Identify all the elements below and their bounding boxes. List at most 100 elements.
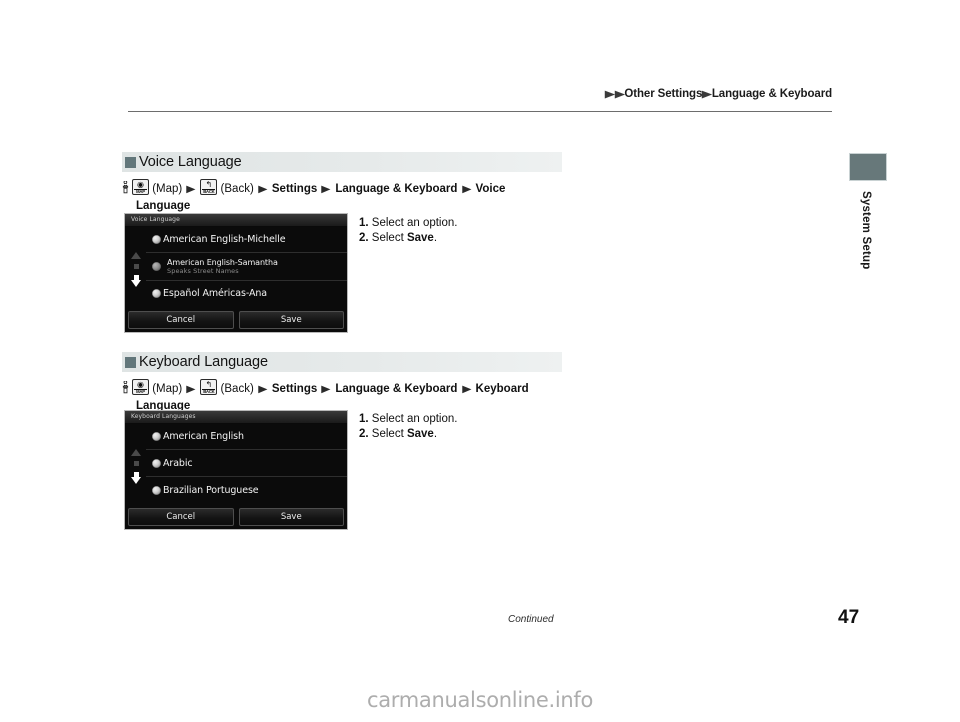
save-button[interactable]: Save	[238, 311, 344, 329]
map-button-glyph: ◉	[137, 180, 144, 189]
radio-button-icon[interactable]	[152, 262, 161, 271]
page-number: 47	[838, 607, 860, 628]
list-item[interactable]: American English-Samantha Speaks Street …	[146, 253, 347, 281]
map-button-glyph: ◉	[137, 380, 144, 389]
instructions-keyboard-language: 1. Select an option. 2. Select Save.	[359, 412, 457, 442]
instruction-number: 1.	[359, 413, 369, 425]
path-arrow-icon: ▶	[461, 383, 472, 395]
instruction-step: 1. Select an option.	[359, 412, 457, 427]
path-arrow-icon: ▶	[258, 183, 268, 195]
instruction-step: 2. Select Save.	[359, 427, 457, 442]
instruction-number: 2.	[359, 428, 369, 440]
path-arrow-icon: ▶	[258, 383, 268, 395]
path-arrow-icon: ▶	[461, 183, 472, 195]
instruction-text-bold: Save	[406, 428, 434, 440]
navigation-path: ◉ MAP (Map) ▶ ↰ BACK (Back) ▶ Settings ▶ L…	[122, 176, 552, 214]
back-button-icon: ↰ BACK	[200, 179, 218, 195]
breadcrumb-item-language-keyboard: Language & Keyboard	[711, 88, 832, 100]
section-bullet-icon	[125, 356, 136, 368]
back-button-caption: BACK	[203, 189, 215, 194]
map-button-icon: ◉ MAP	[132, 379, 149, 395]
back-button-glyph: ↰	[205, 180, 213, 189]
nav-scrollbar[interactable]	[127, 228, 145, 310]
nav-screen: Keyboard Languages American English Arab…	[124, 410, 348, 530]
list-item-label: American English-Michelle	[163, 234, 286, 245]
instructions-voice-language: 1. Select an option. 2. Select Save.	[359, 216, 457, 246]
nav-option-list: American English Arabic Brazilian Portug…	[146, 424, 347, 503]
path-arrow-icon: ▶	[321, 383, 331, 395]
list-item-label: American English-Samantha	[167, 258, 278, 267]
section-voice-language: Voice Language ◉ MAP (Map) ▶ ↰ BACK (Back)…	[122, 152, 562, 214]
nav-action-buttons: Cancel Save	[128, 508, 344, 526]
breadcrumb-arrow-icon: ▶	[605, 88, 615, 100]
back-label: (Back)	[220, 183, 254, 195]
cancel-button[interactable]: Cancel	[128, 311, 234, 329]
instruction-text: Select	[371, 428, 407, 440]
back-button-icon: ↰ BACK	[200, 379, 218, 395]
scroll-up-arrow-icon[interactable]	[131, 251, 141, 269]
nav-action-buttons: Cancel Save	[128, 311, 344, 329]
section-title: Voice Language	[139, 153, 242, 170]
path-step-language-keyboard: Language & Keyboard	[335, 383, 458, 395]
nav-screenshot-keyboard-language: Keyboard Languages American English Arab…	[124, 410, 348, 530]
instruction-step: 2. Select Save.	[359, 231, 457, 246]
instruction-text-tail: .	[433, 428, 438, 440]
list-item[interactable]: Español Américas-Ana	[146, 281, 347, 306]
scroll-down-arrow-icon[interactable]	[131, 471, 141, 484]
finger-press-icon	[122, 181, 129, 194]
nav-screen-title: Voice Language	[131, 215, 180, 223]
radio-button-icon[interactable]	[152, 458, 161, 468]
list-item-label: American English	[163, 431, 244, 442]
instruction-text-tail: .	[433, 232, 438, 244]
section-heading-bar: Voice Language	[122, 152, 562, 172]
section-bullet-icon	[125, 156, 136, 168]
list-item[interactable]: Arabic	[146, 450, 347, 477]
list-item[interactable]: Brazilian Portuguese	[146, 477, 347, 503]
list-item[interactable]: American English-Michelle	[146, 227, 347, 253]
scroll-up-arrow-icon[interactable]	[131, 448, 141, 466]
nav-screen-titlebar: Keyboard Languages	[125, 411, 347, 424]
map-label: (Map)	[152, 183, 183, 195]
radio-button-icon[interactable]	[152, 485, 161, 495]
nav-screen-title: Keyboard Languages	[131, 412, 196, 420]
map-button-caption: MAP	[136, 189, 145, 194]
instruction-text: Select an option.	[371, 217, 458, 229]
finger-press-icon	[122, 381, 129, 394]
save-button[interactable]: Save	[238, 508, 344, 526]
map-label: (Map)	[152, 383, 183, 395]
breadcrumb-item-other-settings: Other Settings	[624, 88, 703, 100]
nav-scrollbar[interactable]	[127, 425, 145, 507]
instruction-text-bold: Save	[406, 232, 434, 244]
path-arrow-icon: ▶	[186, 183, 196, 195]
radio-button-icon[interactable]	[152, 432, 161, 441]
map-button-icon: ◉ MAP	[132, 179, 149, 195]
list-item-label: Brazilian Portuguese	[163, 484, 259, 496]
header-divider	[128, 111, 832, 112]
nav-option-list: American English-Michelle American Engli…	[146, 227, 347, 306]
list-item-label: Arabic	[163, 457, 193, 469]
list-item[interactable]: American English	[146, 424, 347, 450]
instruction-number: 1.	[359, 217, 369, 229]
cancel-button[interactable]: Cancel	[128, 508, 234, 526]
breadcrumb-arrow-icon: ▶	[702, 88, 712, 100]
radio-button-icon[interactable]	[152, 289, 161, 298]
back-button-glyph: ↰	[205, 380, 213, 389]
map-button-caption: MAP	[136, 389, 145, 394]
back-label: (Back)	[220, 383, 254, 395]
path-step-wrap: Language	[136, 200, 191, 212]
instruction-step: 1. Select an option.	[359, 216, 457, 231]
path-step-settings: Settings	[271, 183, 318, 195]
radio-button-icon[interactable]	[152, 235, 161, 244]
nav-screen-titlebar: Voice Language	[125, 214, 347, 227]
list-item-sublabel: Speaks Street Names	[167, 267, 239, 275]
side-tab-label: System Setup	[860, 191, 872, 270]
list-item-label: Español Américas-Ana	[163, 288, 267, 299]
path-arrow-icon: ▶	[321, 183, 331, 195]
navigation-path: ◉ MAP (Map) ▶ ↰ BACK (Back) ▶ Settings ▶ L…	[122, 376, 552, 414]
path-step-settings: Settings	[271, 383, 318, 395]
scroll-down-arrow-icon[interactable]	[131, 274, 141, 287]
path-step-language-keyboard: Language & Keyboard	[335, 183, 458, 195]
side-tab-system-setup: System Setup	[849, 153, 887, 270]
path-arrow-icon: ▶	[186, 383, 196, 395]
footer-continued-label: Continued	[508, 614, 554, 625]
